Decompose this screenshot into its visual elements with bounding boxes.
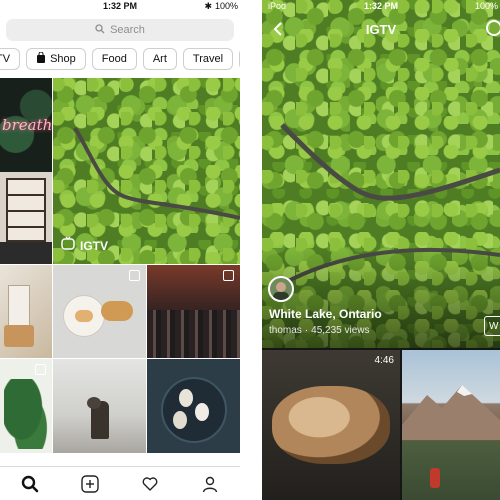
video-duration: 4:46: [374, 355, 394, 366]
search-input[interactable]: Search: [6, 19, 234, 41]
post-thumbnail-neon[interactable]: breathe: [0, 78, 52, 172]
search-placeholder: Search: [110, 24, 145, 36]
bottom-tab-bar: [0, 466, 240, 500]
igtv-thumbnail-bread[interactable]: 4:46: [262, 350, 400, 500]
tab-activity[interactable]: [139, 473, 161, 495]
carousel-icon: [223, 270, 234, 281]
avatar[interactable]: [268, 276, 294, 302]
igtv-thumbnail-mountains[interactable]: [402, 350, 500, 500]
status-time: 1:32 PM: [363, 1, 399, 11]
status-bar: iPod 1:32 PM 100%: [262, 0, 500, 14]
post-thumbnail-dog[interactable]: [53, 359, 146, 453]
watch-button[interactable]: W: [484, 316, 500, 336]
search-icon: [95, 23, 105, 37]
meta-separator: ·: [304, 325, 309, 336]
post-thumbnail-plant[interactable]: [0, 359, 52, 453]
carousel-icon: [35, 364, 46, 375]
heart-icon: [142, 476, 158, 491]
video-author[interactable]: thomas: [269, 325, 302, 336]
chip-tv[interactable]: TV: [0, 48, 21, 70]
search-icon: [21, 475, 39, 492]
igtv-label: IGTV: [61, 236, 108, 255]
neon-sign-text: breathe: [2, 116, 52, 134]
page-title: IGTV: [365, 22, 397, 37]
post-thumbnail-pour-over[interactable]: [0, 265, 52, 358]
tab-profile[interactable]: [199, 473, 221, 495]
profile-icon: [202, 476, 218, 492]
post-thumbnail-eggs[interactable]: [147, 359, 240, 453]
more-options-icon[interactable]: [486, 20, 500, 36]
status-carrier: iPod: [268, 1, 287, 11]
status-bar: 1:32 PM ✱ 100%: [0, 0, 240, 14]
chip-architecture[interactable]: Ar: [239, 48, 240, 70]
video-meta: thomas · 45,235 views: [269, 325, 370, 336]
featured-igtv-video[interactable]: IGTV: [53, 78, 240, 264]
status-battery: 100%: [474, 1, 498, 11]
igtv-video-player[interactable]: [262, 0, 500, 348]
tab-search[interactable]: [19, 473, 41, 495]
chip-label: Travel: [192, 53, 224, 65]
hiker: [430, 468, 440, 488]
back-button[interactable]: [272, 21, 284, 42]
chip-label: Shop: [50, 53, 76, 65]
post-thumbnail-shelves[interactable]: [0, 172, 52, 264]
chip-label: TV: [0, 53, 11, 65]
post-thumbnail-market[interactable]: [147, 265, 240, 358]
view-count: 45,235 views: [311, 325, 370, 336]
chip-travel[interactable]: Travel: [182, 48, 234, 70]
topic-chips: TV Shop Food Art Travel Ar: [0, 48, 240, 70]
shopping-bag-icon: [36, 51, 46, 66]
tab-new-post[interactable]: [79, 473, 101, 495]
explore-screen: 1:32 PM ✱ 100% Search TV Shop Food Art T…: [0, 0, 240, 500]
chevron-left-icon: [273, 22, 282, 36]
add-icon: [81, 474, 99, 493]
post-thumbnail-croissants[interactable]: [53, 265, 146, 358]
status-time: 1:32 PM: [102, 1, 138, 11]
bluetooth-icon: ✱: [204, 1, 212, 11]
chip-art[interactable]: Art: [142, 48, 177, 70]
chip-food[interactable]: Food: [91, 48, 137, 70]
igtv-icon: [61, 236, 75, 255]
chip-label: Food: [101, 53, 127, 65]
video-title: White Lake, Ontario: [269, 307, 382, 321]
mountain-shape: [402, 385, 500, 440]
carousel-icon: [129, 270, 140, 281]
igtv-screen: iPod 1:32 PM 100% IGTV White Lake, Ontar…: [262, 0, 500, 500]
chip-label: Art: [152, 53, 167, 65]
chip-shop[interactable]: Shop: [26, 48, 86, 70]
status-battery: 100%: [214, 1, 238, 11]
